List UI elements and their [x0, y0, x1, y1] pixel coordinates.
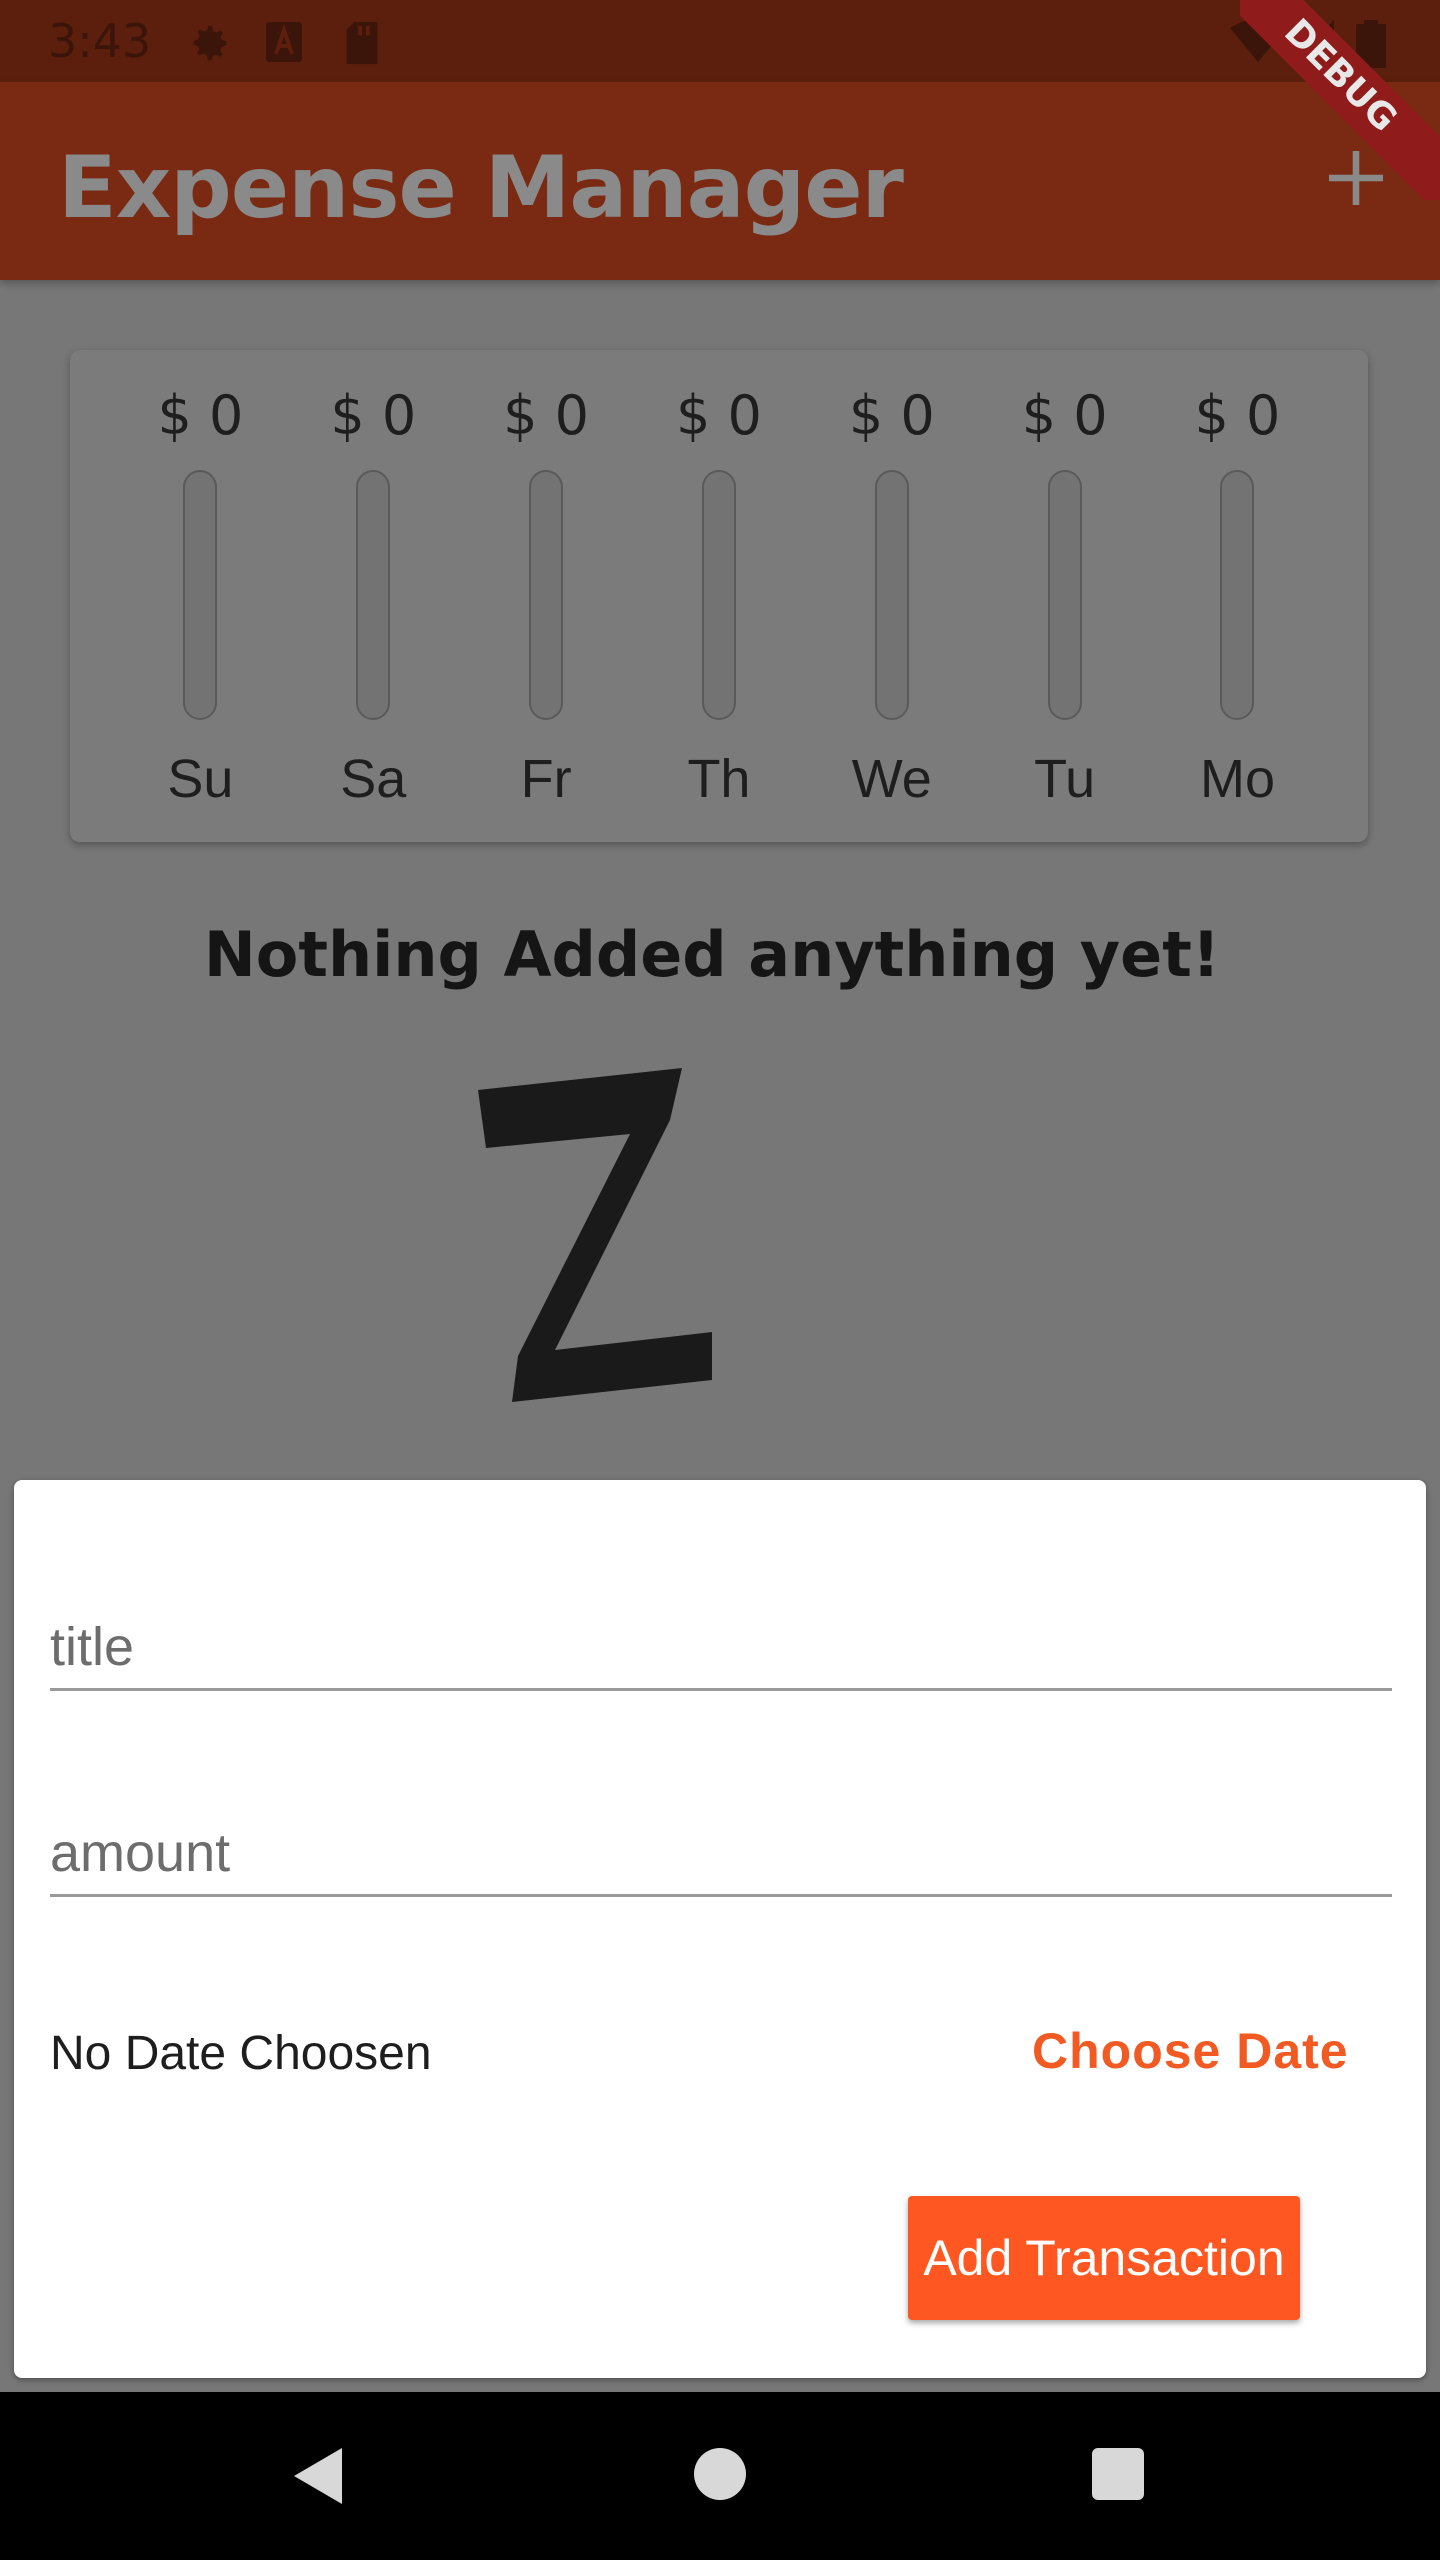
- sd-card-icon: [346, 21, 378, 65]
- chart-bar-mo: $ 0 Mo: [1162, 350, 1312, 842]
- bar-amount-label: $ 0: [848, 384, 935, 447]
- bar-amount-label: $ 0: [1194, 384, 1281, 447]
- settings-icon: [193, 25, 227, 61]
- zz-sleep-image: [478, 1068, 712, 1402]
- app-bar: Expense Manager: [0, 82, 1440, 280]
- empty-message: Nothing Added anything yet!: [203, 918, 1221, 991]
- chart-bar-sa: $ 0 Sa: [298, 350, 448, 842]
- signal-icon: [1290, 20, 1334, 64]
- bar-track: [1220, 470, 1255, 720]
- chart-bar-fr: $ 0 Fr: [471, 350, 621, 842]
- bar-track: [1047, 470, 1082, 720]
- bar-amount-label: $ 0: [676, 384, 762, 447]
- chart-card: $ 0 Su $ 0 Sa $ 0 Fr $ 0 Th $ 0 We $ 0 Tu $ 0 Mo: [70, 350, 1368, 842]
- wifi-icon: [1230, 20, 1286, 62]
- bar-track: [183, 470, 218, 720]
- chart-bars: $ 0 Su $ 0 Sa $ 0 Fr $ 0 Th $ 0 We $ 0 Tu $ 0 Mo: [70, 350, 1368, 842]
- bar-day-label: We: [851, 749, 932, 809]
- amount-field: [50, 1774, 1392, 1897]
- home-icon[interactable]: [692, 2446, 748, 2502]
- bar-day-label: Mo: [1199, 749, 1275, 809]
- bar-amount-label: $ 0: [503, 384, 590, 447]
- nav-bar: [0, 2392, 1440, 2560]
- bar-day-label: Fr: [520, 749, 572, 809]
- bar-day-label: Th: [687, 749, 751, 809]
- bar-track: [701, 470, 736, 720]
- bar-day-label: Sa: [340, 749, 407, 809]
- app-title: Expense Manager: [58, 138, 904, 238]
- title-field: [50, 1568, 1392, 1691]
- bar-day-label: Su: [167, 749, 234, 809]
- bar-track: [529, 470, 564, 720]
- status-time: 3:43: [48, 14, 152, 68]
- battery-icon: [1356, 20, 1386, 68]
- chart-bar-th: $ 0 Th: [644, 350, 794, 842]
- recents-icon[interactable]: [1090, 2446, 1146, 2502]
- bar-track: [356, 470, 391, 720]
- bar-amount-label: $ 0: [1021, 384, 1108, 447]
- add-transaction-button[interactable]: Add Transaction: [908, 2196, 1300, 2320]
- a-icon: [266, 22, 302, 62]
- chart-bar-we: $ 0 We: [817, 350, 967, 842]
- bottom-sheet: No Date Choosen Choose Date Add Transact…: [14, 1480, 1426, 2378]
- status-bar: 3:43: [0, 0, 1440, 82]
- bar-day-label: Tu: [1034, 749, 1096, 809]
- bar-amount-label: $ 0: [330, 384, 417, 447]
- plus-icon[interactable]: [1320, 142, 1392, 214]
- title-input[interactable]: [50, 1616, 1392, 1678]
- choose-date-button[interactable]: Choose Date: [1032, 2022, 1349, 2080]
- date-label: No Date Choosen: [50, 2027, 432, 2080]
- amount-input[interactable]: [50, 1822, 1392, 1884]
- chart-bar-tu: $ 0 Tu: [990, 350, 1140, 842]
- bar-amount-label: $ 0: [157, 384, 244, 447]
- back-icon[interactable]: [290, 2446, 346, 2506]
- bar-track: [874, 470, 909, 720]
- chart-bar-su: $ 0 Su: [125, 350, 275, 842]
